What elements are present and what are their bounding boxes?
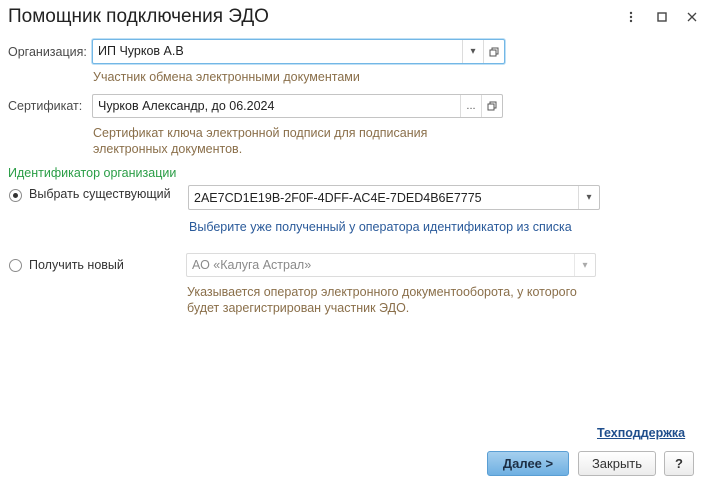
certificate-value: Чурков Александр, до 06.2024 (98, 99, 275, 113)
identifier-value: 2AE7CD1E19B-2F0F-4DFF-AC4E-7DED4B6E7775 (194, 191, 482, 205)
operator-field[interactable]: АО «Калуга Астрал» ▾ (186, 253, 596, 277)
radio-existing[interactable] (9, 189, 22, 202)
window-title: Помощник подключения ЭДО (8, 6, 269, 27)
close-icon[interactable] (681, 6, 703, 28)
select-more-icon[interactable]: ... (460, 95, 481, 117)
organization-label: Организация: (8, 45, 87, 59)
open-icon[interactable] (483, 40, 504, 63)
support-link[interactable]: Техподдержка (597, 426, 685, 440)
identifier-section-title: Идентификатор организации (8, 166, 177, 180)
identifier-hint: Выберите уже полученный у оператора иден… (189, 220, 572, 234)
radio-new[interactable] (9, 259, 22, 272)
chevron-down-icon[interactable]: ▾ (578, 186, 599, 209)
radio-new-label[interactable]: Получить новый (29, 258, 124, 272)
identifier-field[interactable]: 2AE7CD1E19B-2F0F-4DFF-AC4E-7DED4B6E7775 … (188, 185, 600, 210)
operator-hint: Указывается оператор электронного докуме… (187, 285, 577, 315)
certificate-field[interactable]: Чурков Александр, до 06.2024 ... (92, 94, 503, 118)
certificate-label: Сертификат: (8, 99, 83, 113)
radio-existing-label[interactable]: Выбрать существующий (29, 187, 171, 201)
organization-value: ИП Чурков А.В (98, 44, 184, 58)
next-button[interactable]: Далее > (487, 451, 569, 476)
organization-field[interactable]: ИП Чурков А.В ▾ (92, 39, 505, 64)
chevron-down-icon[interactable]: ▾ (462, 40, 483, 63)
operator-value: АО «Калуга Астрал» (192, 258, 312, 272)
certificate-hint: Сертификат ключа электронной подписи для… (93, 126, 428, 156)
more-vertical-icon[interactable] (620, 6, 642, 28)
chevron-down-icon[interactable]: ▾ (574, 254, 595, 276)
close-button[interactable]: Закрыть (578, 451, 656, 476)
help-button[interactable]: ? (664, 451, 694, 476)
open-icon[interactable] (481, 95, 502, 117)
maximize-icon[interactable] (651, 6, 673, 28)
organization-hint: Участник обмена электронными документами (93, 70, 360, 84)
